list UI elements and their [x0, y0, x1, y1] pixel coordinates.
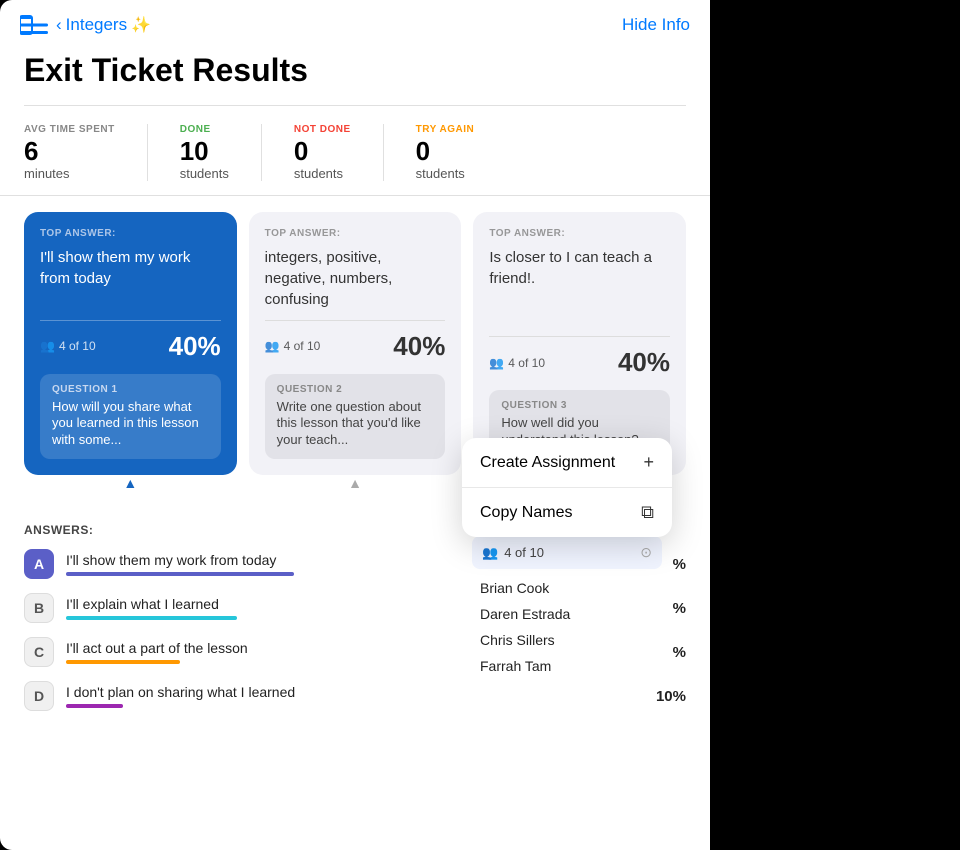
card3-top-label: TOP ANSWER: [489, 228, 670, 239]
top-nav: ‹ Integers ✨ Hide Info [0, 0, 710, 46]
card2-top-label: TOP ANSWER: [265, 228, 446, 239]
card3-answer: Is closer to I can teach a friend!. [489, 247, 670, 327]
copy-names-button[interactable]: Copy Names ⧉ [462, 488, 672, 537]
done-label: DONE [180, 124, 229, 135]
card2-pct: 40% [393, 331, 445, 362]
avg-time-value: 6 [24, 137, 115, 166]
students-panel: STUDENTS: 👥 4 of 10 ⊙ Brian Cook Daren E… [462, 510, 672, 691]
answer-letter-b: B [24, 593, 54, 623]
page-title: Exit Ticket Results [0, 46, 710, 105]
chevron-left-icon: ‹ [56, 15, 62, 35]
chevron-up-icon-1: ▲ [120, 475, 140, 487]
card1-pct: 40% [169, 331, 221, 362]
sidebar-toggle-button[interactable] [20, 14, 48, 36]
card3-divider [489, 336, 670, 337]
popup-menu: Create Assignment + Copy Names ⧉ [462, 438, 672, 537]
back-label: Integers [66, 15, 127, 35]
create-assignment-label: Create Assignment [480, 454, 615, 472]
filter-icon: ⊙ [640, 544, 652, 561]
chevron-up-icon-2: ▲ [345, 475, 365, 487]
dark-overlay [710, 0, 960, 850]
card1-q-text: How will you share what you learned in t… [52, 399, 209, 450]
try-again-label: TRY AGAIN [416, 124, 475, 135]
hide-info-button[interactable]: Hide Info [622, 15, 690, 35]
students-count-icon: 👥 [482, 545, 498, 561]
avg-time-unit: minutes [24, 166, 115, 181]
copy-names-label: Copy Names [480, 504, 572, 522]
stat-try-again: TRY AGAIN 0 students [416, 124, 507, 181]
try-again-unit: students [416, 166, 475, 181]
not-done-value: 0 [294, 137, 351, 166]
card1-footer: 👥 4 of 10 40% [40, 331, 221, 362]
students-icon: 👥 [40, 339, 55, 353]
card1-top-label: TOP ANSWER: [40, 228, 221, 239]
card2-q-text: Write one question about this lesson tha… [277, 399, 434, 450]
card1-students: 👥 4 of 10 [40, 339, 96, 353]
stat-avg-time: AVG TIME SPENT 6 minutes [24, 124, 148, 181]
nav-left: ‹ Integers ✨ [20, 14, 151, 36]
card2-answer: integers, positive, negative, numbers, c… [265, 247, 446, 310]
students-icon-3: 👥 [489, 356, 504, 370]
not-done-unit: students [294, 166, 351, 181]
stat-not-done: NOT DONE 0 students [294, 124, 384, 181]
card3-q-label: QUESTION 3 [501, 400, 658, 411]
card3-pct: 40% [618, 347, 670, 378]
card1-q-label: QUESTION 1 [52, 384, 209, 395]
card2-question-bar: QUESTION 2 Write one question about this… [265, 374, 446, 460]
answer-letter-a: A [24, 549, 54, 579]
avg-time-label: AVG TIME SPENT [24, 124, 115, 135]
students-count-row[interactable]: 👥 4 of 10 ⊙ [472, 536, 662, 569]
question-card-3[interactable]: TOP ANSWER: Is closer to I can teach a f… [473, 212, 686, 476]
students-count: 4 of 10 [504, 545, 544, 560]
students-count-label: 👥 4 of 10 [482, 545, 544, 561]
student-name-1: Brian Cook [462, 575, 672, 601]
answer-letter-c: C [24, 637, 54, 667]
back-button[interactable]: ‹ Integers ✨ [56, 15, 151, 35]
answer-bar-container-d [66, 704, 636, 708]
question-card-2[interactable]: TOP ANSWER: integers, positive, negative… [249, 212, 462, 476]
try-again-value: 0 [416, 137, 475, 166]
not-done-label: NOT DONE [294, 124, 351, 135]
stat-done: DONE 10 students [180, 124, 262, 181]
copy-icon: ⧉ [641, 502, 654, 523]
create-assignment-button[interactable]: Create Assignment + [462, 438, 672, 487]
card2-divider [265, 320, 446, 321]
student-name-2: Daren Estrada [462, 601, 672, 627]
answer-bar-b [66, 616, 237, 620]
main-panel: ‹ Integers ✨ Hide Info Exit Ticket Resul… [0, 0, 710, 850]
students-icon-2: 👥 [265, 339, 280, 353]
card3-students: 👥 4 of 10 [489, 356, 545, 370]
done-value: 10 [180, 137, 229, 166]
answer-bar-d [66, 704, 123, 708]
stats-row: AVG TIME SPENT 6 minutes DONE 10 student… [0, 106, 710, 196]
answer-bar-a [66, 572, 294, 576]
card3-footer: 👥 4 of 10 40% [489, 347, 670, 378]
done-unit: students [180, 166, 229, 181]
card1-answer: I'll show them my work from today [40, 247, 221, 310]
plus-icon: + [643, 452, 654, 473]
question-card-1[interactable]: TOP ANSWER: I'll show them my work from … [24, 212, 237, 476]
sparkle-icon: ✨ [131, 15, 151, 35]
card1-question-bar: QUESTION 1 How will you share what you l… [40, 374, 221, 460]
card2-q-label: QUESTION 2 [277, 384, 434, 395]
card2-students: 👥 4 of 10 [265, 339, 321, 353]
student-name-4: Farrah Tam [462, 653, 672, 679]
card1-divider [40, 320, 221, 321]
card2-footer: 👥 4 of 10 40% [265, 331, 446, 362]
answer-letter-d: D [24, 681, 54, 711]
answer-bar-c [66, 660, 180, 664]
student-name-3: Chris Sillers [462, 627, 672, 653]
